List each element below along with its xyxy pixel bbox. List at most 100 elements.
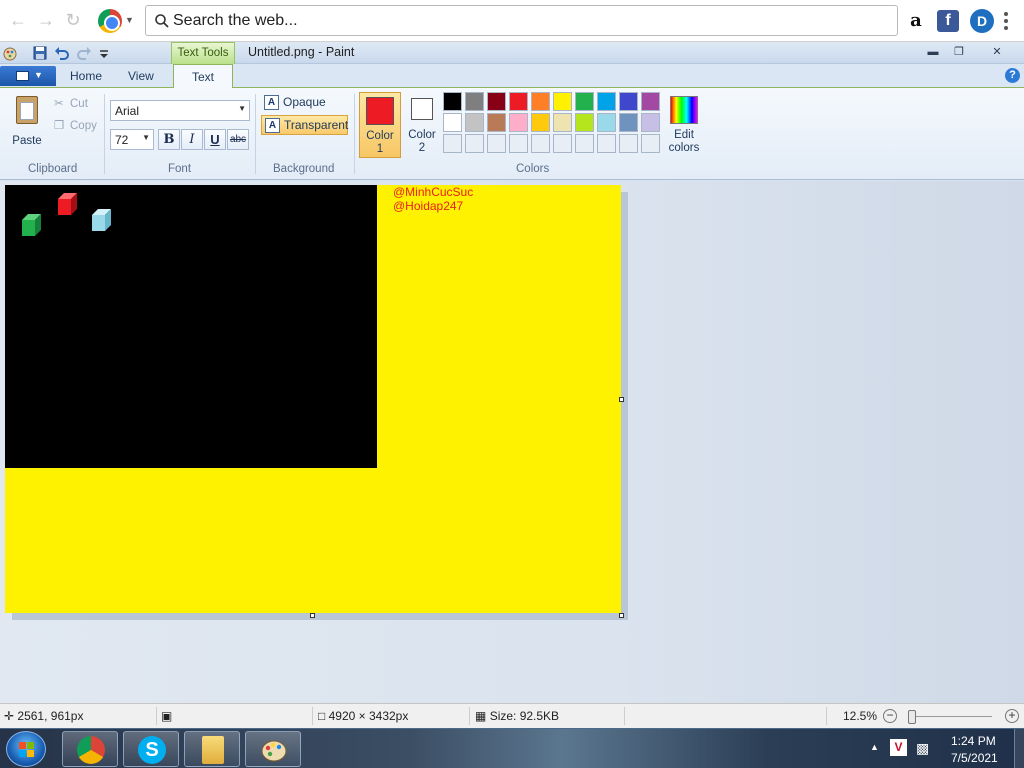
palette-swatch[interactable] — [619, 113, 638, 132]
palette-swatch[interactable] — [641, 92, 660, 111]
paint-menu-button[interactable]: ▼ — [0, 66, 56, 86]
palette-swatch[interactable] — [487, 92, 506, 111]
palette-swatch[interactable] — [443, 92, 462, 111]
facebook-icon[interactable]: f — [937, 10, 959, 32]
palette-swatch[interactable] — [465, 113, 484, 132]
palette-swatch[interactable] — [509, 92, 528, 111]
palette-swatch[interactable] — [487, 113, 506, 132]
canvas-watermark-text: @MinhCucSuc @Hoidap247 — [393, 185, 473, 213]
custom-color-slot[interactable] — [509, 134, 528, 153]
opaque-label: Opaque — [283, 95, 326, 109]
bold-button[interactable]: B — [158, 129, 180, 150]
copy-icon: ❐ — [54, 120, 65, 132]
transparent-button[interactable]: A Transparent — [261, 115, 348, 135]
palette-swatch[interactable] — [509, 113, 528, 132]
undo-icon[interactable] — [54, 45, 70, 61]
cursor-position: ✛ 2561, 961px — [4, 709, 83, 723]
color2-button[interactable]: Color 2 — [401, 92, 443, 158]
zoom-out-button[interactable]: − — [883, 709, 897, 723]
strikethrough-button[interactable]: abc — [227, 129, 249, 150]
palette-swatch[interactable] — [597, 113, 616, 132]
amazon-icon[interactable]: a — [905, 10, 927, 32]
zoom-in-button[interactable]: + — [1005, 709, 1019, 723]
copy-button[interactable]: ❐ Copy — [54, 118, 97, 132]
custom-color-slot[interactable] — [619, 134, 638, 153]
close-button[interactable]: ✕ — [984, 44, 1010, 60]
custom-color-slot[interactable] — [531, 134, 550, 153]
palette-swatch[interactable] — [443, 113, 462, 132]
custom-color-slot[interactable] — [641, 134, 660, 153]
taskbar-paint[interactable] — [245, 731, 301, 767]
chevron-down-icon[interactable]: ▼ — [125, 15, 134, 25]
palette-swatch[interactable] — [531, 92, 550, 111]
custom-color-slot[interactable] — [553, 134, 572, 153]
taskbar-skype[interactable]: S — [123, 731, 179, 767]
custom-color-slot[interactable] — [465, 134, 484, 153]
window-title: Untitled.png - Paint — [248, 45, 355, 59]
network-icon[interactable]: ▩ — [916, 740, 929, 757]
palette-swatch[interactable] — [619, 92, 638, 111]
zoom-slider-track[interactable] — [910, 716, 992, 717]
underline-button[interactable]: U — [204, 129, 226, 150]
reload-icon[interactable]: ↻ — [63, 10, 83, 30]
image-canvas[interactable]: @MinhCucSuc @Hoidap247 — [5, 185, 621, 613]
show-desktop-button[interactable] — [1014, 729, 1024, 768]
canvas-workspace[interactable]: @MinhCucSuc @Hoidap247 — [0, 181, 1024, 703]
custom-color-slot[interactable] — [443, 134, 462, 153]
image-size-icon: □ — [318, 709, 326, 723]
help-icon[interactable]: ? — [1005, 68, 1020, 83]
resize-handle-bottom[interactable] — [310, 613, 315, 618]
zoom-slider-thumb[interactable] — [908, 710, 916, 724]
save-icon[interactable] — [32, 45, 48, 61]
menu-kebab-icon[interactable] — [1004, 12, 1010, 33]
cut-button[interactable]: ✂ Cut — [54, 96, 88, 110]
palette-swatch[interactable] — [465, 92, 484, 111]
palette-swatch[interactable] — [553, 113, 572, 132]
customize-toolbar-icon[interactable] — [96, 45, 112, 61]
custom-color-slot[interactable] — [487, 134, 506, 153]
color2-swatch — [411, 98, 433, 120]
resize-handle-right[interactable] — [619, 397, 624, 402]
color1-button[interactable]: Color 1 — [359, 92, 401, 158]
palette-swatch[interactable] — [575, 113, 594, 132]
clock-date[interactable]: 7/5/2021 — [951, 751, 998, 765]
cut-label: Cut — [70, 98, 88, 110]
custom-color-slot[interactable] — [597, 134, 616, 153]
back-icon[interactable]: ← — [8, 10, 28, 30]
palette-swatch[interactable] — [553, 92, 572, 111]
font-family-select[interactable]: Arial ▼ — [110, 100, 250, 121]
opaque-button[interactable]: A Opaque — [261, 93, 326, 113]
palette-swatch[interactable] — [531, 113, 550, 132]
italic-button[interactable]: I — [181, 129, 203, 150]
tab-home[interactable]: Home — [70, 69, 102, 83]
font-size-select[interactable]: 72 ▼ — [110, 129, 154, 150]
chrome-icon[interactable] — [98, 9, 122, 33]
show-hidden-icons[interactable]: ▲ — [870, 742, 879, 752]
paint-app-icon[interactable] — [2, 45, 18, 61]
taskbar-explorer[interactable] — [184, 731, 240, 767]
palette-swatch[interactable] — [575, 92, 594, 111]
ribbon-panel: Paste ✂ Cut ❐ Copy Clipboard Arial ▼ 72 ▼ … — [0, 88, 1024, 180]
redo-icon[interactable] — [76, 45, 92, 61]
browser-toolbar: ← → ↻ ▼ Search the web... a f D — [0, 0, 1024, 42]
start-button[interactable] — [6, 731, 46, 767]
edit-colors-button[interactable]: Edit colors — [666, 94, 702, 155]
custom-color-slot[interactable] — [575, 134, 594, 153]
forward-icon[interactable]: → — [36, 10, 56, 30]
taskbar-chrome[interactable] — [62, 731, 118, 767]
background-group-label: Background — [273, 163, 335, 175]
palette-swatch[interactable] — [597, 92, 616, 111]
light-blue-cube — [92, 209, 111, 231]
tab-text[interactable]: Text — [173, 64, 233, 89]
resize-handle-corner[interactable] — [619, 613, 624, 618]
palette-swatch[interactable] — [641, 113, 660, 132]
disk-icon: ▦ — [475, 709, 487, 723]
clock-time[interactable]: 1:24 PM — [951, 734, 996, 748]
paste-button[interactable]: Paste — [11, 94, 43, 154]
tab-view[interactable]: View — [128, 69, 154, 83]
restore-button[interactable]: ❐ — [946, 44, 972, 60]
minimize-button[interactable]: ▬ — [920, 44, 946, 60]
extension-d-icon[interactable]: D — [970, 9, 994, 33]
search-input[interactable]: Search the web... — [145, 5, 898, 36]
antivirus-icon[interactable]: V — [890, 739, 907, 756]
